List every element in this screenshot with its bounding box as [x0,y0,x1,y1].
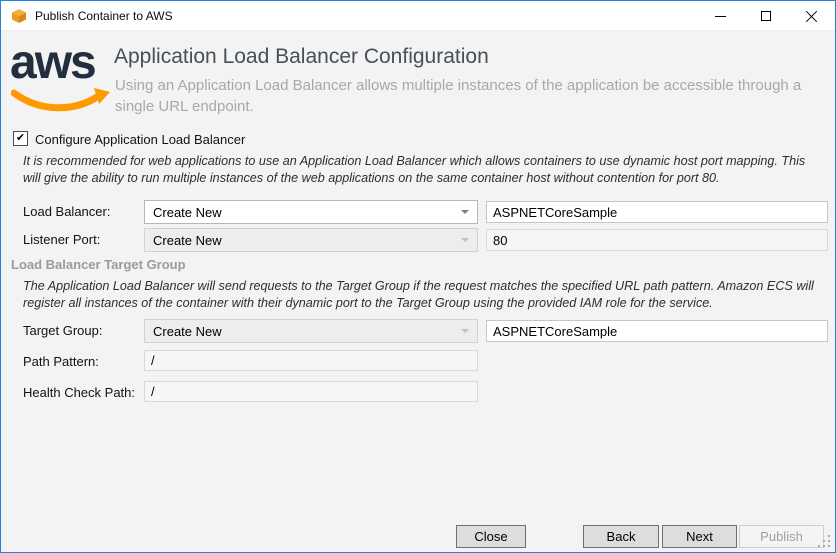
chevron-down-icon [461,329,469,333]
back-button[interactable]: Back [583,525,659,548]
target-group-dropdown: Create New [144,319,478,343]
aws-logo: aws [10,41,112,117]
listener-port-dropdown-value: Create New [145,233,461,248]
minimize-icon [715,16,726,17]
aws-smile-icon [11,87,111,115]
configure-alb-label: Configure Application Load Balancer [35,132,245,147]
target-group-heading: Load Balancer Target Group [11,257,186,272]
target-group-dropdown-value: Create New [145,324,461,339]
path-pattern-input[interactable] [144,350,478,371]
aws-cube-app-icon [11,8,27,24]
listener-port-label: Listener Port: [23,232,100,247]
alb-description: It is recommended for web applications t… [23,153,825,187]
chevron-down-icon [461,210,469,214]
maximize-button[interactable] [743,1,789,31]
maximize-icon [761,11,771,21]
window-title: Publish Container to AWS [35,9,173,23]
path-pattern-label: Path Pattern: [23,354,99,369]
load-balancer-dropdown-value: Create New [145,205,461,220]
target-group-name-input[interactable] [486,320,828,342]
publish-container-dialog: Publish Container to AWS aws Application… [0,0,836,553]
listener-port-dropdown: Create New [144,228,478,252]
load-balancer-dropdown[interactable]: Create New [144,200,478,224]
close-icon [806,10,818,22]
configure-alb-checkbox[interactable]: ✔ [13,131,28,146]
listener-port-input[interactable] [486,229,828,251]
titlebar-close-button[interactable] [789,1,835,31]
next-button[interactable]: Next [662,525,737,548]
load-balancer-name-input[interactable] [486,201,828,223]
window-controls [697,1,835,31]
target-group-label: Target Group: [23,323,103,338]
page-title: Application Load Balancer Configuration [114,45,489,69]
resize-grip[interactable] [818,535,832,549]
load-balancer-label: Load Balancer: [23,204,110,219]
target-group-description: The Application Load Balancer will send … [23,278,825,312]
page-subtitle: Using an Application Load Balancer allow… [115,75,829,117]
chevron-down-icon [461,238,469,242]
aws-logo-text: aws [10,41,112,85]
titlebar: Publish Container to AWS [1,1,835,31]
checkmark-icon: ✔ [16,133,25,144]
minimize-button[interactable] [697,1,743,31]
health-check-path-input[interactable] [144,381,478,402]
publish-button: Publish [739,525,824,548]
footer-close-button[interactable]: Close [456,525,526,548]
health-check-path-label: Health Check Path: [23,385,135,400]
